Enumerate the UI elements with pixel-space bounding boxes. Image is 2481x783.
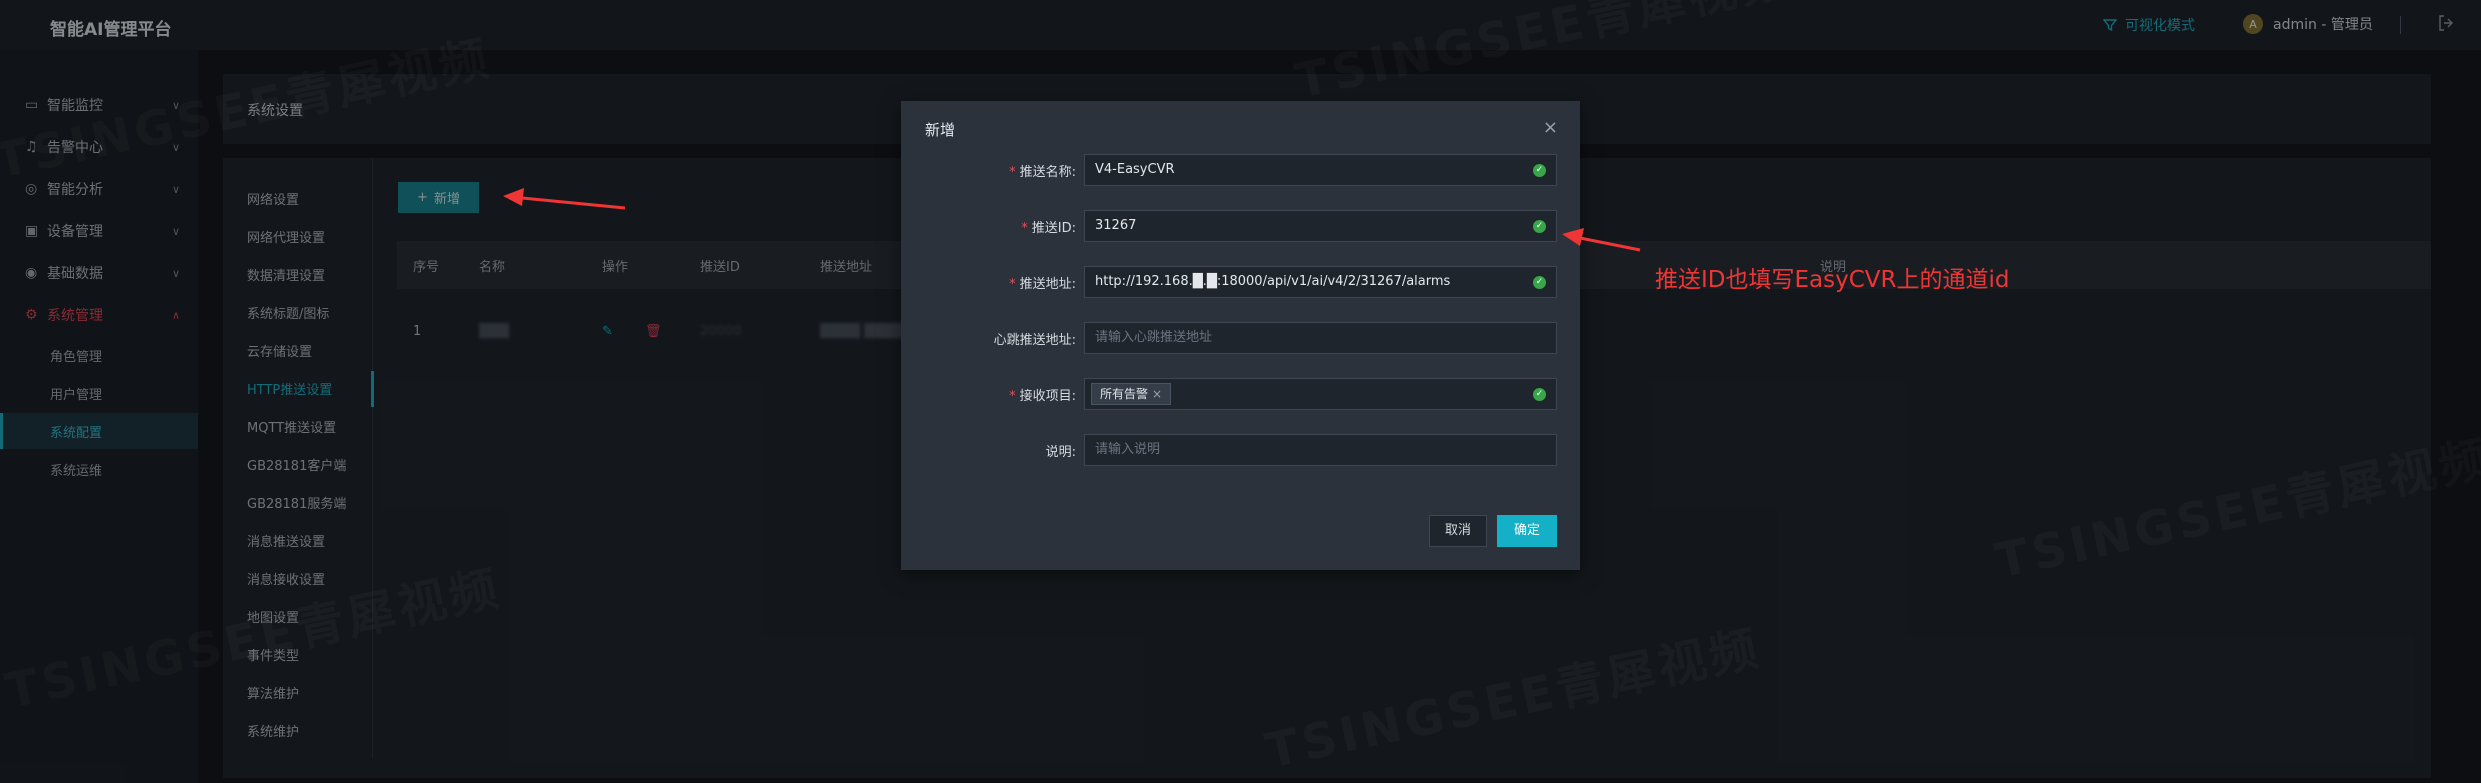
arrow-to-add-button [503, 188, 626, 210]
annotation-note: 推送ID也填写EasyCVR上的通道id [1655, 267, 2010, 293]
annotation-layer [503, 188, 1641, 252]
arrow-to-push-id [1562, 228, 1641, 252]
